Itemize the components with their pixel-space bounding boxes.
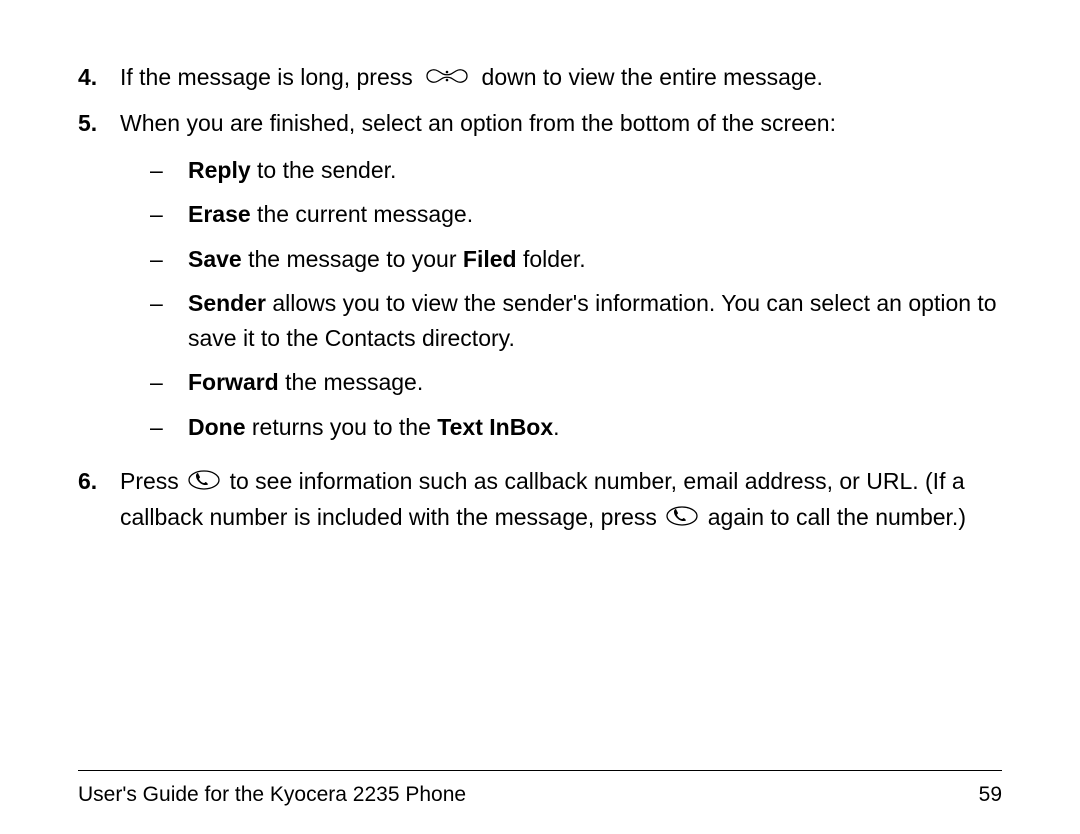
sub-body: Save the message to your Filed folder. xyxy=(188,242,1002,277)
step-item: 6.Press to see information such as callb… xyxy=(78,464,1002,536)
step-number: 4. xyxy=(78,60,120,96)
footer-rule xyxy=(78,770,1002,771)
sub-bullet: – xyxy=(150,153,188,188)
sub-body: Erase the current message. xyxy=(188,197,1002,232)
sub-item: –Done returns you to the Text InBox. xyxy=(120,410,1002,445)
sub-bullet: – xyxy=(150,197,188,232)
step-item: 5.When you are finished, select an optio… xyxy=(78,106,1002,454)
step-number: 6. xyxy=(78,464,120,536)
sub-item: –Reply to the sender. xyxy=(120,153,1002,188)
sub-item: –Forward the message. xyxy=(120,365,1002,400)
step-body: Press to see information such as callbac… xyxy=(120,464,1002,536)
step-body: If the message is long, press down to vi… xyxy=(120,60,1002,96)
page-number: 59 xyxy=(979,779,1002,811)
sub-list: –Reply to the sender.–Erase the current … xyxy=(120,153,1002,445)
bold-term: Done xyxy=(188,414,246,440)
sub-body: Reply to the sender. xyxy=(188,153,1002,188)
bold-term: Filed xyxy=(463,246,517,272)
bold-term: Save xyxy=(188,246,242,272)
bold-term: Forward xyxy=(188,369,279,395)
step-text: Press to see information such as callbac… xyxy=(120,464,1002,536)
footer-title: User's Guide for the Kyocera 2235 Phone xyxy=(78,779,466,811)
bold-term: Erase xyxy=(188,201,251,227)
sub-body: Done returns you to the Text InBox. xyxy=(188,410,1002,445)
call-key-icon xyxy=(665,502,699,537)
sub-item: –Sender allows you to view the sender's … xyxy=(120,286,1002,355)
step-body: When you are finished, select an option … xyxy=(120,106,1002,454)
sub-bullet: – xyxy=(150,410,188,445)
sub-item: –Save the message to your Filed folder. xyxy=(120,242,1002,277)
sub-item: –Erase the current message. xyxy=(120,197,1002,232)
step-text: When you are finished, select an option … xyxy=(120,106,1002,141)
nav-key-icon xyxy=(423,62,471,97)
sub-bullet: – xyxy=(150,286,188,355)
bold-term: Text InBox xyxy=(437,414,553,440)
sub-body: Sender allows you to view the sender's i… xyxy=(188,286,1002,355)
bold-term: Sender xyxy=(188,290,266,316)
document-body: 4.If the message is long, press down to … xyxy=(78,60,1002,537)
step-item: 4.If the message is long, press down to … xyxy=(78,60,1002,96)
step-text: If the message is long, press down to vi… xyxy=(120,60,1002,96)
bold-term: Reply xyxy=(188,157,251,183)
call-key-icon xyxy=(187,466,221,501)
sub-body: Forward the message. xyxy=(188,365,1002,400)
sub-bullet: – xyxy=(150,242,188,277)
step-number: 5. xyxy=(78,106,120,454)
sub-bullet: – xyxy=(150,365,188,400)
page-footer: User's Guide for the Kyocera 2235 Phone … xyxy=(78,770,1002,811)
